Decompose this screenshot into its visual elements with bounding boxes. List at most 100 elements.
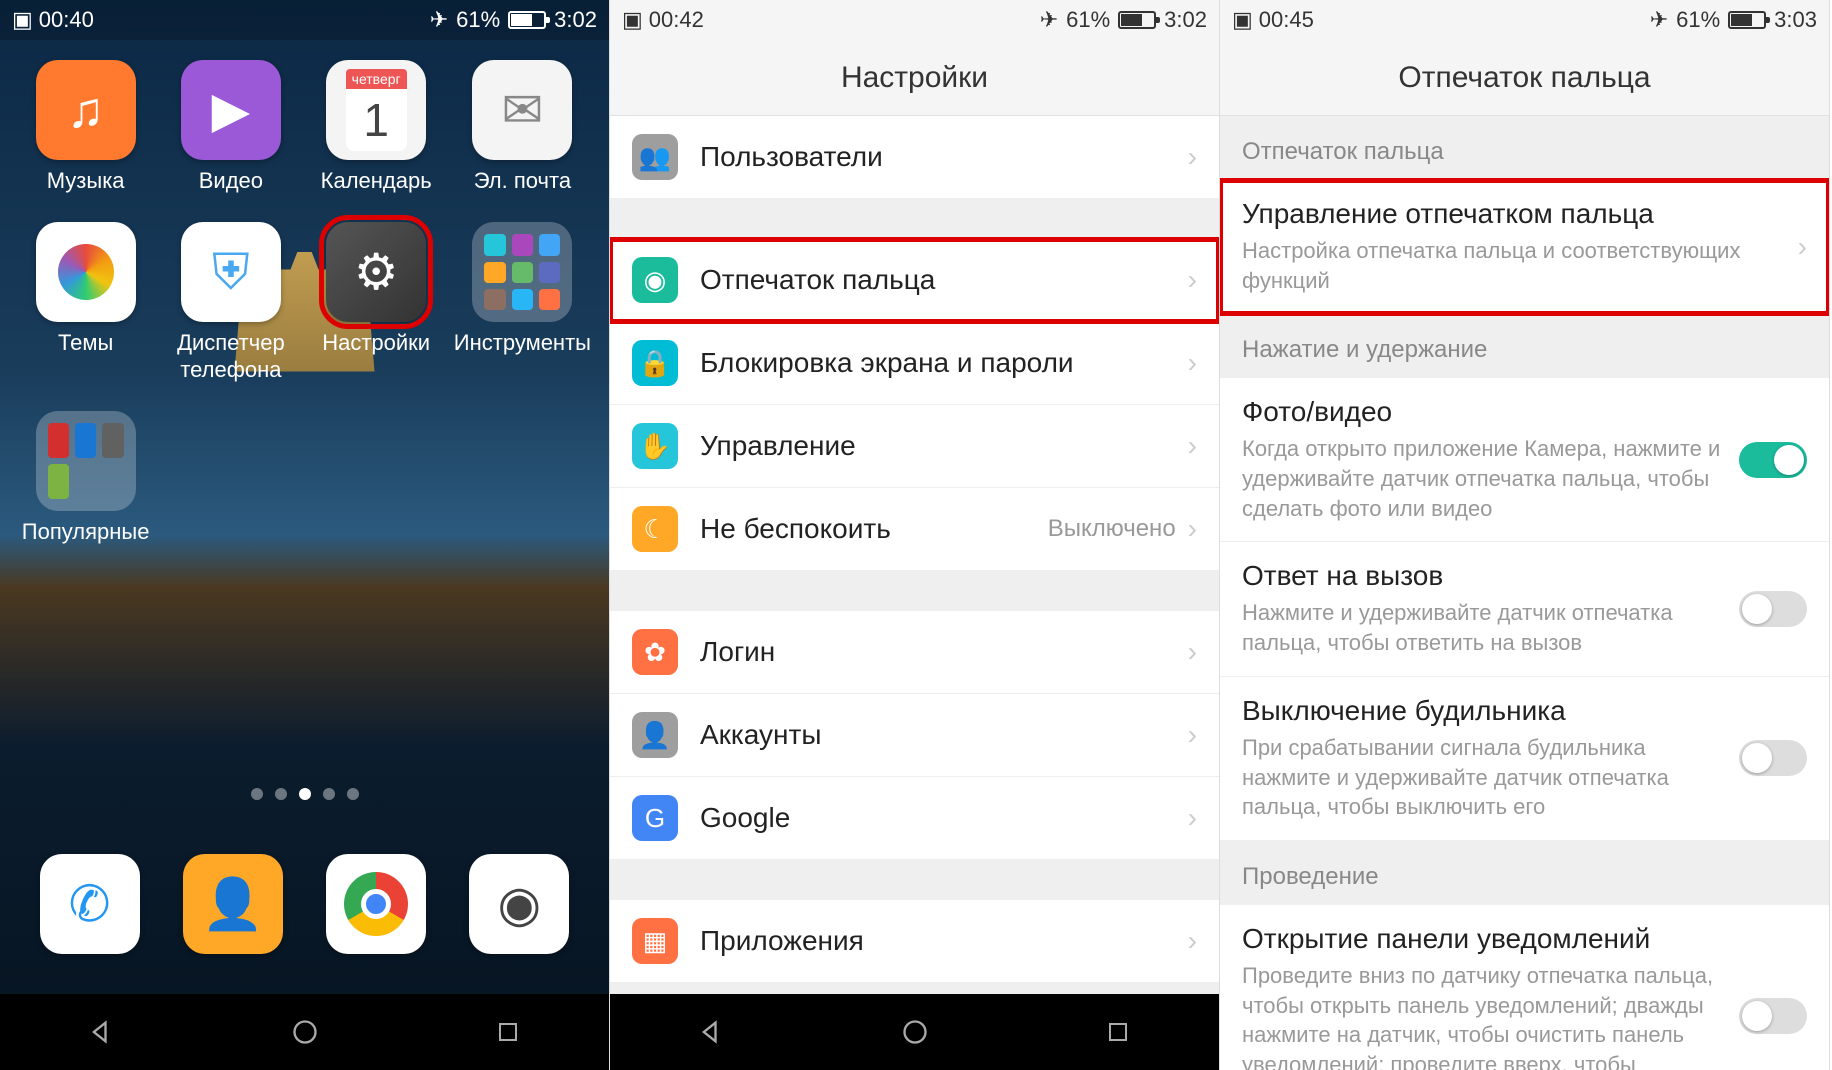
home-screen: ▣ 00:40 ✈ 61% 3:02 ♫ Музыка ▶ Видео четв… bbox=[0, 0, 610, 1070]
nav-home[interactable] bbox=[283, 1010, 327, 1054]
nav-recent[interactable] bbox=[1096, 1010, 1140, 1054]
page-title: Отпечаток пальца bbox=[1220, 40, 1829, 116]
gear-icon: ⚙ bbox=[326, 222, 426, 322]
app-tools-folder[interactable]: Инструменты bbox=[454, 222, 591, 383]
row-answer-call[interactable]: Ответ на вызов Нажмите и удерживайте дат… bbox=[1220, 542, 1829, 676]
nav-bar bbox=[610, 994, 1219, 1070]
row-google[interactable]: G Google › bbox=[610, 777, 1219, 860]
settings-screen: ▣ 00:42 ✈ 61% 3:02 Настройки 👥 Пользоват… bbox=[610, 0, 1220, 1070]
camera-icon: ◉ bbox=[469, 854, 569, 954]
users-icon: 👥 bbox=[632, 134, 678, 180]
row-users[interactable]: 👥 Пользователи › bbox=[610, 116, 1219, 199]
lock-icon: 🔒 bbox=[632, 340, 678, 386]
toggle-alarm[interactable] bbox=[1739, 740, 1807, 776]
settings-list[interactable]: 👥 Пользователи › ◉ Отпечаток пальца › 🔒 … bbox=[610, 116, 1219, 994]
chrome-icon bbox=[326, 854, 426, 954]
calendar-icon: четверг1 bbox=[326, 60, 426, 160]
toggle-photo[interactable] bbox=[1739, 442, 1807, 478]
app-themes[interactable]: Темы bbox=[18, 222, 153, 383]
section-fingerprint: Отпечаток пальца bbox=[1220, 116, 1829, 180]
nav-bar bbox=[0, 994, 609, 1070]
airplane-icon: ✈ bbox=[430, 7, 448, 33]
dock-contacts[interactable]: 👤 bbox=[183, 854, 283, 954]
chevron-right-icon: › bbox=[1188, 141, 1197, 173]
battery-pct: 61% bbox=[456, 7, 500, 33]
account-icon: 👤 bbox=[632, 712, 678, 758]
airplane-icon: ✈ bbox=[1040, 7, 1058, 33]
row-dnd[interactable]: ☾ Не беспокоить Выключено › bbox=[610, 488, 1219, 571]
dock-camera[interactable]: ◉ bbox=[469, 854, 569, 954]
chevron-right-icon: › bbox=[1188, 430, 1197, 462]
status-bar: ▣ 00:45 ✈ 61% 3:03 bbox=[1220, 0, 1829, 40]
fingerprint-list[interactable]: Отпечаток пальца Управление отпечатком п… bbox=[1220, 116, 1829, 1070]
nav-back[interactable] bbox=[80, 1010, 124, 1054]
clock: 3:03 bbox=[1774, 7, 1817, 33]
apps-icon: ▦ bbox=[632, 918, 678, 964]
row-fingerprint[interactable]: ◉ Отпечаток пальца › bbox=[610, 239, 1219, 322]
record-time: 00:45 bbox=[1259, 7, 1314, 33]
record-icon: ▣ bbox=[12, 7, 33, 33]
huawei-icon: ✿ bbox=[632, 629, 678, 675]
app-popular-folder[interactable]: Популярные bbox=[18, 411, 153, 545]
chevron-right-icon: › bbox=[1188, 347, 1197, 379]
row-alarm-off[interactable]: Выключение будильника При срабатывании с… bbox=[1220, 677, 1829, 841]
shield-icon: ⛨ bbox=[181, 222, 281, 322]
email-icon: ✉ bbox=[472, 60, 572, 160]
clock: 3:02 bbox=[554, 7, 597, 33]
music-icon: ♫ bbox=[36, 60, 136, 160]
nav-recent[interactable] bbox=[486, 1010, 530, 1054]
row-apps[interactable]: ▦ Приложения › bbox=[610, 900, 1219, 983]
dock-phone[interactable]: ✆ bbox=[40, 854, 140, 954]
clock: 3:02 bbox=[1164, 7, 1207, 33]
nav-home[interactable] bbox=[893, 1010, 937, 1054]
dock-chrome[interactable] bbox=[326, 854, 426, 954]
contacts-icon: 👤 bbox=[183, 854, 283, 954]
themes-icon bbox=[36, 222, 136, 322]
chevron-right-icon: › bbox=[1188, 513, 1197, 545]
app-video[interactable]: ▶ Видео bbox=[163, 60, 298, 194]
chevron-right-icon: › bbox=[1188, 802, 1197, 834]
nav-back[interactable] bbox=[690, 1010, 734, 1054]
section-swipe: Проведение bbox=[1220, 841, 1829, 905]
video-icon: ▶ bbox=[181, 60, 281, 160]
chevron-right-icon: › bbox=[1188, 264, 1197, 296]
record-time: 00:42 bbox=[649, 7, 704, 33]
hand-icon: ✋ bbox=[632, 423, 678, 469]
chevron-right-icon: › bbox=[1798, 231, 1807, 263]
record-time: 00:40 bbox=[39, 7, 94, 33]
record-icon: ▣ bbox=[622, 7, 643, 33]
row-lockscreen[interactable]: 🔒 Блокировка экрана и пароли › bbox=[610, 322, 1219, 405]
dock: ✆ 👤 ◉ bbox=[0, 830, 609, 994]
battery-icon bbox=[1118, 11, 1156, 29]
app-calendar[interactable]: четверг1 Календарь bbox=[309, 60, 444, 194]
app-settings[interactable]: ⚙ Настройки bbox=[309, 222, 444, 383]
airplane-icon: ✈ bbox=[1650, 7, 1668, 33]
phone-icon: ✆ bbox=[40, 854, 140, 954]
chevron-right-icon: › bbox=[1188, 719, 1197, 751]
page-title: Настройки bbox=[610, 40, 1219, 116]
row-login[interactable]: ✿ Логин › bbox=[610, 611, 1219, 694]
record-icon: ▣ bbox=[1232, 7, 1253, 33]
page-indicator bbox=[0, 788, 609, 830]
folder-icon bbox=[472, 222, 572, 322]
fingerprint-icon: ◉ bbox=[632, 257, 678, 303]
battery-pct: 61% bbox=[1676, 7, 1720, 33]
section-press-hold: Нажатие и удержание bbox=[1220, 314, 1829, 378]
status-bar: ▣ 00:42 ✈ 61% 3:02 bbox=[610, 0, 1219, 40]
app-phone-manager[interactable]: ⛨ Диспетчер телефона bbox=[163, 222, 298, 383]
battery-icon bbox=[1728, 11, 1766, 29]
row-manage-fingerprint[interactable]: Управление отпечатком пальца Настройка о… bbox=[1220, 180, 1829, 314]
row-notifications[interactable]: Открытие панели уведомлений Проведите вн… bbox=[1220, 905, 1829, 1070]
toggle-notif[interactable] bbox=[1739, 998, 1807, 1034]
status-bar: ▣ 00:40 ✈ 61% 3:02 bbox=[0, 0, 609, 40]
toggle-answer[interactable] bbox=[1739, 591, 1807, 627]
chevron-right-icon: › bbox=[1188, 636, 1197, 668]
row-control[interactable]: ✋ Управление › bbox=[610, 405, 1219, 488]
chevron-right-icon: › bbox=[1188, 925, 1197, 957]
app-email[interactable]: ✉ Эл. почта bbox=[454, 60, 591, 194]
app-music[interactable]: ♫ Музыка bbox=[18, 60, 153, 194]
row-photo-video[interactable]: Фото/видео Когда открыто приложение Каме… bbox=[1220, 378, 1829, 542]
row-accounts[interactable]: 👤 Аккаунты › bbox=[610, 694, 1219, 777]
moon-icon: ☾ bbox=[632, 506, 678, 552]
fingerprint-screen: ▣ 00:45 ✈ 61% 3:03 Отпечаток пальца Отпе… bbox=[1220, 0, 1830, 1070]
